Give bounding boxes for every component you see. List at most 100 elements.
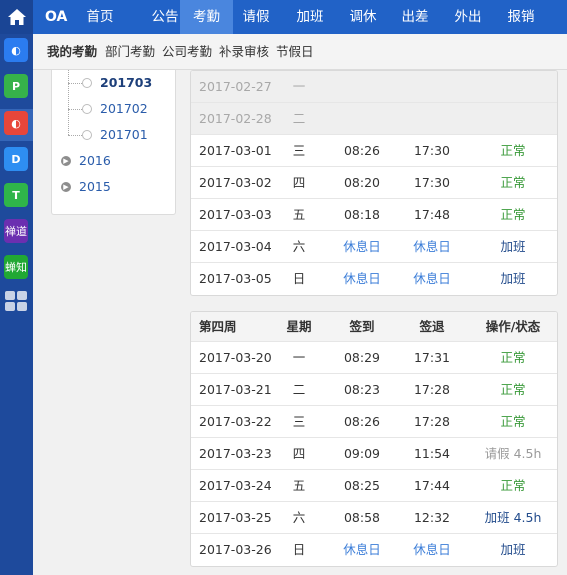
cell-status: 正常 xyxy=(500,382,526,397)
cell-checkin: 休息日 xyxy=(343,271,381,286)
app-t-green-icon[interactable]: T xyxy=(4,183,28,207)
cell-checkout: 17:30 xyxy=(413,143,451,158)
app-d-red-icon[interactable]: ◐ xyxy=(4,111,28,135)
cell-date: 2017-03-22 xyxy=(199,414,272,429)
cell-checkin: 休息日 xyxy=(343,239,381,254)
cell-weekday: 六 xyxy=(292,510,306,525)
app-p-green-icon[interactable]: P xyxy=(4,74,28,98)
subnav-item-4[interactable]: 节假日 xyxy=(276,34,314,70)
cell-date: 2017-03-25 xyxy=(199,510,272,525)
cell-status: 正常 xyxy=(500,143,526,158)
cell-checkin: 08:18 xyxy=(343,207,381,222)
home-button[interactable] xyxy=(0,0,33,34)
header-weekday: 星期 xyxy=(286,319,312,334)
expand-arrow-icon[interactable]: ▶ xyxy=(61,156,71,166)
cell-status: 请假 4.5h xyxy=(484,446,542,461)
subnav-item-0[interactable]: 我的考勤 xyxy=(47,34,97,70)
app-chandao-icon[interactable]: 禅道 xyxy=(4,219,28,243)
tree-year-2016[interactable]: 2016 xyxy=(79,153,111,168)
cell-status[interactable]: 加班 4.5h xyxy=(476,502,550,534)
cell-status: 正常 xyxy=(500,350,526,365)
tree-month-201701[interactable]: 201701 xyxy=(100,127,148,142)
nav-item-8[interactable]: 报销 xyxy=(498,0,544,34)
nav-item-0[interactable]: 首页 xyxy=(77,0,123,34)
subnav-item-2[interactable]: 公司考勤 xyxy=(162,34,212,70)
app-c-blue-icon[interactable]: ◐ xyxy=(4,38,28,62)
cell-checkout: 休息日 xyxy=(413,542,451,557)
cell-checkout: 17:44 xyxy=(413,478,451,493)
app-rail: ◐ P ◐ D T 禅道蝉知 xyxy=(0,0,33,575)
cell-status: 正常 xyxy=(500,175,526,190)
table-row: 2017-03-21 二 08:23 17:28 正常 xyxy=(191,374,557,406)
cell-date: 2017-02-28 xyxy=(199,111,272,126)
cell-weekday: 一 xyxy=(292,350,306,365)
cell-checkin: 08:29 xyxy=(343,350,381,365)
cell-weekday: 二 xyxy=(292,382,306,397)
month-tree: 201703 201702 201701 ▶ 2016 ▶ 2015 xyxy=(51,70,176,215)
cell-status: 正常 xyxy=(500,207,526,222)
cell-checkin: 09:09 xyxy=(343,446,381,461)
table-row: 2017-03-25 六 08:58 12:32 加班 4.5h xyxy=(191,502,557,534)
cell-checkout: 17:30 xyxy=(413,175,451,190)
cell-date: 2017-03-26 xyxy=(199,542,272,557)
cell-status: 正常 xyxy=(500,414,526,429)
table-row: 2017-02-27 一 xyxy=(191,71,557,103)
cell-weekday: 三 xyxy=(292,143,306,158)
header-checkout: 签退 xyxy=(419,319,445,334)
app-chanzhi-icon[interactable]: 蝉知 xyxy=(4,255,28,279)
cell-checkout: 休息日 xyxy=(413,239,451,254)
apps-grid-button[interactable] xyxy=(4,290,28,312)
nav-item-4[interactable]: 加班 xyxy=(287,0,333,34)
cell-status: 正常 xyxy=(500,478,526,493)
cell-status[interactable]: 加班 xyxy=(476,534,550,566)
cell-date: 2017-03-24 xyxy=(199,478,272,493)
cell-checkin: 08:20 xyxy=(343,175,381,190)
home-icon xyxy=(7,9,26,25)
nav-item-2[interactable]: 考勤 xyxy=(180,0,233,34)
cell-status[interactable]: 加班 xyxy=(476,231,550,263)
table-row: 2017-03-22 三 08:26 17:28 正常 xyxy=(191,406,557,438)
tree-year-2015[interactable]: 2015 xyxy=(79,179,111,194)
table-row: 2017-03-24 五 08:25 17:44 正常 xyxy=(191,470,557,502)
cell-weekday: 五 xyxy=(292,478,306,493)
cell-checkin: 08:25 xyxy=(343,478,381,493)
tree-month-201702[interactable]: 201702 xyxy=(100,101,148,116)
cell-date: 2017-03-02 xyxy=(199,175,272,190)
table-row: 2017-02-28 二 xyxy=(191,103,557,135)
cell-date: 2017-02-27 xyxy=(199,79,272,94)
cell-status[interactable]: 加班 xyxy=(476,263,550,295)
nav-item-7[interactable]: 外出 xyxy=(445,0,491,34)
tree-node-icon xyxy=(82,130,92,140)
subnav-item-1[interactable]: 部门考勤 xyxy=(105,34,155,70)
week-table-current: 2017-02-27 一 2017-02-28 二 2017-03-01 三 08:26 17… xyxy=(190,70,558,296)
table-row: 2017-03-05 日 休息日 休息日 加班 xyxy=(191,263,557,295)
tree-branch xyxy=(68,109,82,110)
grid-icon xyxy=(5,291,27,311)
week-table-4: 第四周 星期 签到 签退 操作/状态 2017-03-20 一 08:29 17:31… xyxy=(190,311,558,567)
cell-checkin: 08:26 xyxy=(343,143,381,158)
tree-node-icon xyxy=(82,104,92,114)
tree-node-icon xyxy=(82,78,92,88)
brand-logo[interactable]: OA xyxy=(45,0,67,34)
tree-branch xyxy=(68,83,82,84)
cell-date: 2017-03-21 xyxy=(199,382,272,397)
nav-item-3[interactable]: 请假 xyxy=(233,0,279,34)
nav-item-5[interactable]: 调休 xyxy=(340,0,386,34)
cell-weekday: 一 xyxy=(292,79,306,94)
top-nav-bar: OA 首页 公告 考勤 请假 加班 调休 出差 外出 报销 xyxy=(33,0,567,34)
cell-checkin: 休息日 xyxy=(343,542,381,557)
cell-checkout: 休息日 xyxy=(413,271,451,286)
cell-weekday: 四 xyxy=(292,175,306,190)
header-checkin: 签到 xyxy=(349,319,375,334)
subnav-item-3[interactable]: 补录审核 xyxy=(219,34,269,70)
cell-weekday: 三 xyxy=(292,414,306,429)
table-row: 2017-03-03 五 08:18 17:48 正常 xyxy=(191,199,557,231)
cell-checkin: 08:58 xyxy=(343,510,381,525)
cell-checkout: 17:48 xyxy=(413,207,451,222)
nav-item-6[interactable]: 出差 xyxy=(392,0,438,34)
cell-weekday: 日 xyxy=(292,271,306,286)
tree-month-201703[interactable]: 201703 xyxy=(100,75,152,90)
cell-date: 2017-03-01 xyxy=(199,143,272,158)
app-d-blue-icon[interactable]: D xyxy=(4,147,28,171)
expand-arrow-icon[interactable]: ▶ xyxy=(61,182,71,192)
